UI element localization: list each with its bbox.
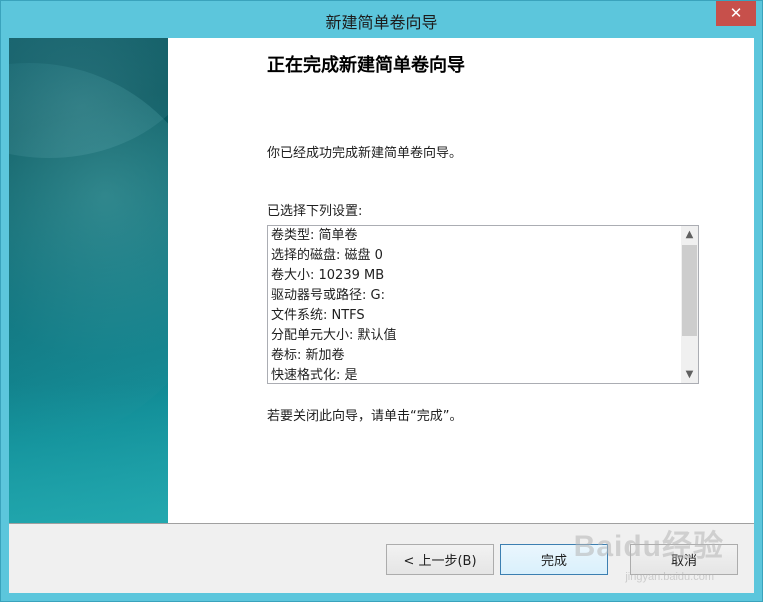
list-item: 快速格式化: 是 (271, 368, 358, 383)
baidu-watermark-url: jingyan.baidu.com (625, 571, 714, 583)
baidu-watermark-logo: Baidu经验 (573, 530, 724, 563)
settings-summary-list[interactable]: 卷类型: 简单卷 选择的磁盘: 磁盘 0 卷大小: 10239 MB 驱动器号或… (267, 225, 699, 384)
list-item: 卷大小: 10239 MB (271, 268, 385, 283)
page-title: 正在完成新建简单卷向导 (267, 55, 465, 76)
close-icon: ✕ (729, 4, 743, 22)
scrollbar-thumb[interactable] (682, 245, 697, 336)
settings-list-items: 卷类型: 简单卷 选择的磁盘: 磁盘 0 卷大小: 10239 MB 驱动器号或… (268, 226, 680, 383)
wizard-banner-image (9, 38, 168, 523)
back-button[interactable]: < 上一步(B) (386, 544, 494, 575)
vertical-scrollbar[interactable]: ▲ ▼ (681, 226, 698, 383)
list-item: 卷标: 新加卷 (271, 348, 345, 363)
list-item: 选择的磁盘: 磁盘 0 (271, 248, 383, 263)
intro-text: 你已经成功完成新建简单卷向导。 (267, 146, 463, 161)
window-title: 新建简单卷向导 (325, 13, 438, 32)
wizard-window: 新建简单卷向导 ✕ 正在完成新建简单卷向导 你已经成功完成新建简单卷向导。 已选… (0, 0, 763, 602)
closing-instruction: 若要关闭此向导，请单击“完成”。 (267, 409, 463, 424)
list-item: 分配单元大小: 默认值 (271, 328, 397, 343)
list-item: 驱动器号或路径: G: (271, 288, 385, 303)
list-item: 文件系统: NTFS (271, 308, 365, 323)
banner-glow-decoration (9, 383, 168, 523)
button-footer: < 上一步(B) 完成 取消 Baidu经验 jingyan.baidu.com (9, 524, 754, 593)
chevron-up-icon[interactable]: ▲ (681, 226, 698, 243)
list-item: 卷类型: 简单卷 (271, 228, 358, 243)
close-button[interactable]: ✕ (716, 1, 756, 26)
settings-label: 已选择下列设置: (267, 204, 363, 219)
title-bar[interactable]: 新建简单卷向导 ✕ (1, 1, 762, 38)
wizard-client-area: 正在完成新建简单卷向导 你已经成功完成新建简单卷向导。 已选择下列设置: 卷类型… (9, 38, 754, 593)
chevron-down-icon[interactable]: ▼ (681, 366, 698, 383)
